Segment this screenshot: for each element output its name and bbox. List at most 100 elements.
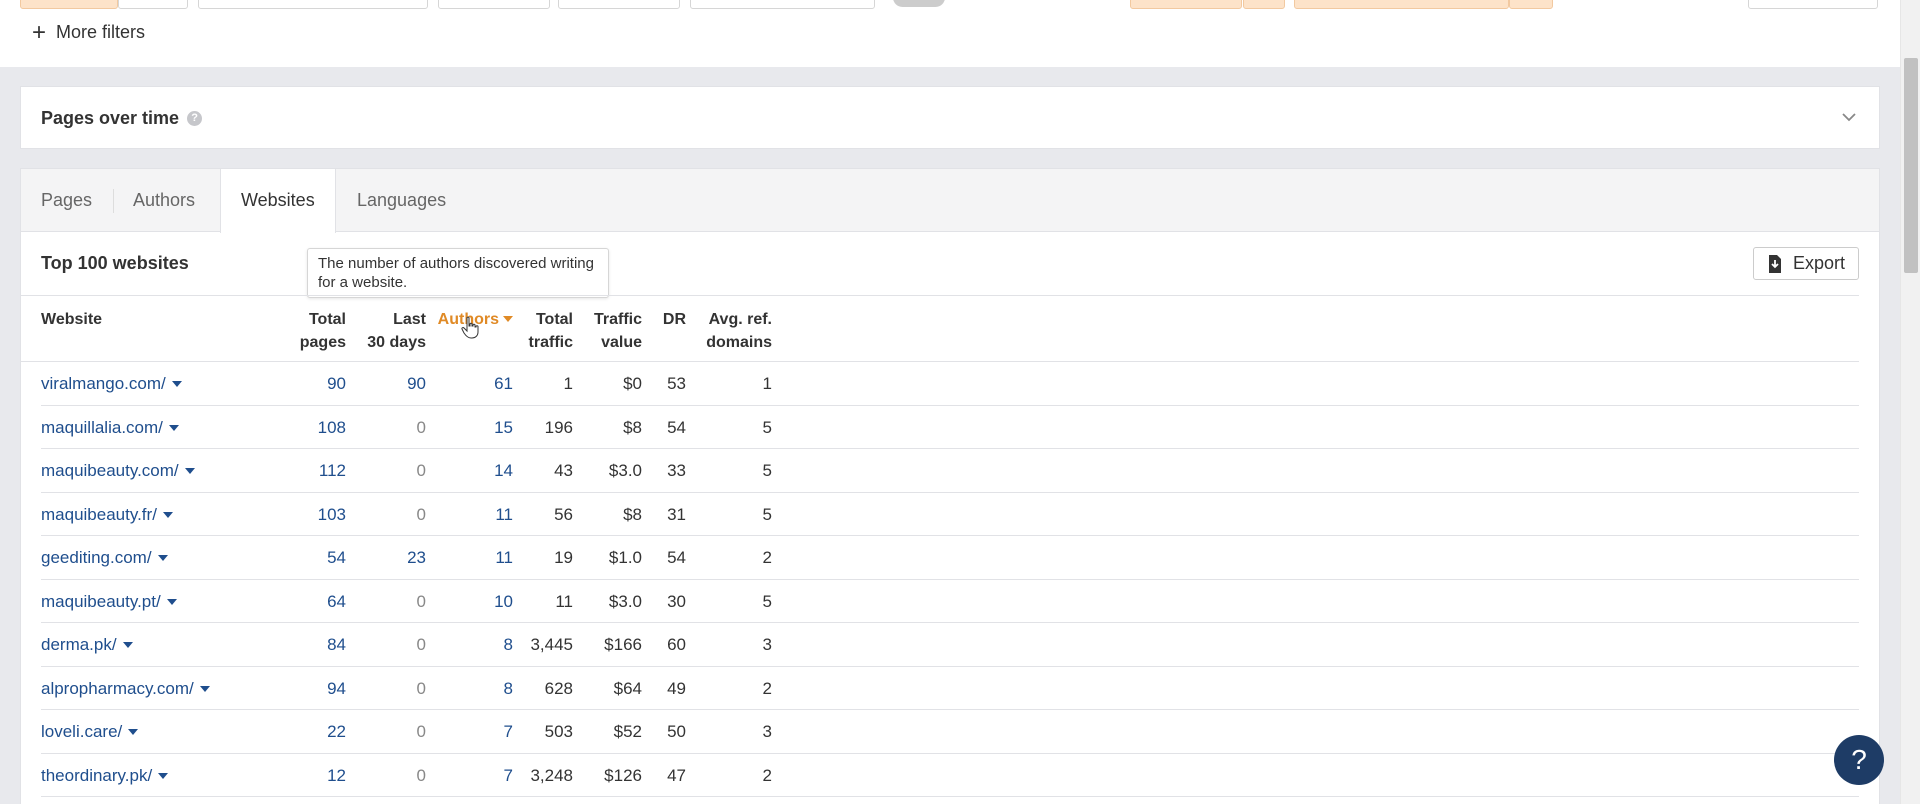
filter-dropdown[interactable] (690, 0, 875, 9)
cell-total-pages[interactable]: 108 (251, 406, 346, 449)
col-avg-ref-domains[interactable]: Avg. ref. domains (686, 308, 772, 354)
website-link[interactable]: maquibeauty.fr/ (41, 493, 173, 536)
filter-dropdown[interactable] (558, 0, 680, 9)
caret-down-icon[interactable] (157, 555, 168, 561)
website-link[interactable]: geediting.com/ (41, 536, 168, 579)
cell-dr: 31 (667, 504, 686, 524)
caret-down-icon[interactable] (199, 685, 210, 692)
cell-authors[interactable]: 7 (421, 754, 513, 797)
main-panel: Pages Authors Websites Languages Top 100… (20, 168, 1880, 804)
chevron-down-icon[interactable] (1839, 107, 1859, 127)
cell-dr: 54 (667, 417, 686, 437)
cell-last-30-days: 0 (416, 504, 426, 524)
cell-authors[interactable]: 10 (421, 580, 513, 623)
caret-down-icon[interactable] (166, 598, 177, 605)
cell-total-pages[interactable]: 84 (251, 623, 346, 666)
col-traffic-value[interactable]: Traffic value (576, 308, 642, 354)
website-link[interactable]: maquibeauty.pt/ (41, 580, 177, 623)
website-link[interactable]: alpropharmacy.com/ (41, 667, 210, 710)
tab-websites[interactable]: Websites (220, 169, 336, 233)
caret-down-icon[interactable] (184, 468, 195, 474)
cell-total-traffic: 1 (563, 374, 573, 393)
tab-authors[interactable]: Authors (113, 169, 215, 232)
col-website[interactable]: Website (41, 308, 102, 331)
tab-pages[interactable]: Pages (21, 169, 112, 232)
cell-traffic-value: $8 (623, 417, 642, 437)
table-row: theordinary.pk/12 0 7 3,248 $126 47 2 (41, 754, 1859, 797)
website-link[interactable]: theordinary.pk/ (41, 754, 169, 797)
caret-down-icon[interactable] (168, 424, 179, 431)
filter-dropdown[interactable] (1748, 0, 1878, 9)
more-filters-button[interactable]: + More filters (32, 18, 145, 46)
export-label: Export (1792, 253, 1845, 273)
website-link[interactable]: maquibeauty.com/ (41, 449, 195, 492)
plus-icon: + (32, 18, 47, 46)
filter-chip[interactable] (118, 0, 188, 9)
col-total-pages[interactable]: Total pages (251, 308, 346, 354)
cell-last-30-days: 0 (416, 678, 426, 698)
filter-dropdown[interactable] (438, 0, 550, 9)
cell-avg-ref-domains: 1 (762, 374, 772, 393)
caret-down-icon[interactable] (158, 772, 169, 779)
toggle-switch[interactable] (893, 0, 945, 7)
col-dr[interactable]: DR (641, 308, 686, 331)
export-button[interactable]: Export (1752, 247, 1859, 280)
cell-authors[interactable]: 7 (421, 710, 513, 753)
cell-last-30-days: 0 (416, 591, 426, 611)
cell-authors[interactable]: 14 (421, 449, 513, 492)
help-question-icon[interactable]: ? (187, 111, 203, 126)
filter-dropdown[interactable] (198, 0, 428, 9)
table-row: geediting.com/54 23 11 19 $1.0 54 2 (41, 536, 1859, 580)
cell-last-30-days[interactable]: 90 (341, 362, 426, 405)
cell-total-pages[interactable]: 12 (251, 754, 346, 797)
caret-down-icon[interactable] (162, 511, 173, 518)
cell-total-traffic: 628 (544, 678, 573, 698)
filter-chip[interactable] (20, 0, 118, 9)
pages-over-time-panel[interactable]: Pages over time ? (20, 86, 1880, 149)
cell-avg-ref-domains: 3 (762, 722, 772, 741)
cell-avg-ref-domains: 5 (762, 591, 772, 611)
caret-down-icon[interactable] (122, 642, 133, 648)
col-total-traffic[interactable]: Total traffic (511, 308, 573, 354)
cell-last-30-days: 0 (416, 765, 426, 785)
cell-dr: 60 (667, 635, 686, 654)
cell-total-pages[interactable]: 94 (251, 667, 346, 710)
cell-total-pages[interactable]: 54 (251, 536, 346, 579)
cell-traffic-value: $3.0 (608, 461, 642, 480)
cell-total-pages[interactable]: 64 (251, 580, 346, 623)
cell-authors[interactable]: 11 (421, 493, 513, 536)
cell-authors[interactable]: 8 (421, 667, 513, 710)
cell-traffic-value: $0 (623, 374, 642, 393)
cell-last-30-days[interactable]: 23 (341, 536, 426, 579)
cell-total-pages[interactable]: 112 (251, 449, 346, 492)
website-link[interactable]: derma.pk/ (41, 623, 133, 666)
cell-total-pages[interactable]: 22 (251, 710, 346, 753)
caret-down-icon[interactable] (171, 381, 182, 387)
website-link[interactable]: loveli.care/ (41, 710, 139, 753)
cell-authors[interactable]: 11 (421, 536, 513, 579)
cell-traffic-value: $64 (613, 678, 642, 698)
panel-title: Pages over time ? (41, 108, 203, 129)
cell-authors[interactable]: 61 (421, 362, 513, 405)
filter-chip[interactable] (1509, 0, 1553, 9)
col-last-30-days[interactable]: Last 30 days (341, 308, 426, 354)
filter-chip[interactable] (1130, 0, 1242, 9)
caret-down-icon[interactable] (128, 729, 139, 735)
help-button[interactable]: ? (1834, 735, 1884, 785)
cell-last-30-days: 0 (416, 722, 426, 741)
table-body: viralmango.com/90 90 61 1 $0 53 1 maquillalia.c… (21, 362, 1859, 797)
tab-languages[interactable]: Languages (337, 169, 466, 232)
filter-chip[interactable] (1243, 0, 1285, 9)
cell-total-pages[interactable]: 90 (251, 362, 346, 405)
website-link[interactable]: maquillalia.com/ (41, 406, 179, 449)
cell-traffic-value: $126 (604, 765, 642, 785)
page-scrollbar[interactable] (1900, 0, 1920, 804)
cell-authors[interactable]: 8 (421, 623, 513, 666)
scrollbar-thumb[interactable] (1904, 58, 1918, 273)
cell-authors[interactable]: 15 (421, 406, 513, 449)
website-link[interactable]: viralmango.com/ (41, 362, 182, 405)
cell-total-pages[interactable]: 103 (251, 493, 346, 536)
filter-chip[interactable] (1294, 0, 1509, 9)
cell-total-traffic: 3,248 (530, 765, 573, 785)
pages-over-time-title: Pages over time (41, 108, 180, 128)
